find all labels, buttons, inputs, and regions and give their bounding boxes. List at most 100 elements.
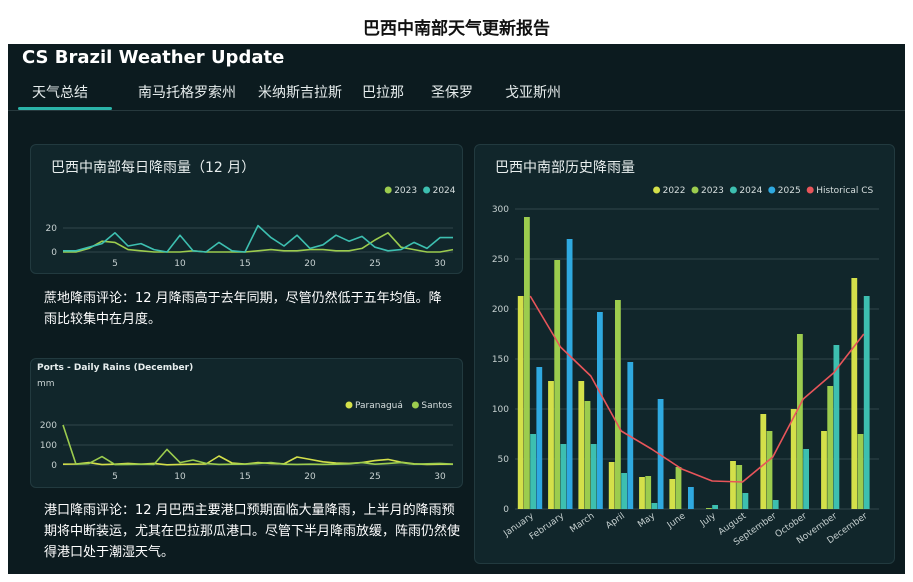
bar-2025-june (688, 487, 694, 509)
x-tick-label-hist-july: July (698, 511, 718, 529)
x-tick-label-hist-april: April (604, 511, 627, 531)
bar-2024-january (530, 434, 536, 509)
bar-2024-september (772, 500, 779, 509)
legend-label-daily-0: 2023 (394, 186, 417, 196)
legend-dot-ports-0 (345, 401, 353, 409)
ports-rainfall-card: Ports - Daily Rains (December) mm 0 100 20… (30, 358, 463, 488)
x-tick-label-hist-march: March (568, 511, 596, 535)
bar-2024-march (590, 444, 597, 509)
series-line-daily-0 (63, 232, 454, 253)
bar-2022-october (790, 409, 797, 509)
y-tick-label-daily-1: 20 (46, 224, 58, 234)
legend-label-hist-4: Historical CS (816, 186, 873, 196)
weather-app-window: CS Brazil Weather Update 天气总结 南马托格罗索州 米纳… (8, 44, 905, 574)
tab-weather-summary[interactable]: 天气总结 (32, 82, 88, 102)
legend-dot-hist-2 (729, 186, 737, 194)
daily-rainfall-chart: 0 20 5 10 15 20 25 30 2024 2023 (46, 186, 456, 269)
bar-2023-september (766, 431, 773, 509)
bar-2022-august (730, 461, 736, 509)
x-tick-label-ports-2: 15 (239, 472, 250, 482)
bar-2022-march (578, 381, 585, 509)
bar-2025-january (536, 367, 543, 509)
legend-dot-ports-1 (411, 401, 419, 409)
bar-2022-april (608, 462, 615, 509)
bar-2023-november (827, 386, 834, 509)
y-tick-label-hist-4: 200 (492, 305, 509, 315)
ports-rainfall-chart: 0 100 200 5 10 15 20 25 30 Santos Paranaguá (40, 401, 454, 482)
cane-rainfall-comment: 蔗地降雨评论：12 月降雨高于去年同期，尽管仍然低于五年均值。降雨比较集中在月度… (44, 291, 442, 327)
legend-dot-hist-3 (768, 186, 776, 194)
x-tick-label-ports-4: 25 (369, 472, 380, 482)
bar-2024-july (712, 505, 718, 509)
legend-label-ports-0: Paranaguá (355, 401, 403, 411)
bar-2023-march (584, 401, 591, 509)
bar-2024-may (651, 503, 658, 509)
tab-parana[interactable]: 巴拉那 (362, 82, 404, 102)
tab-goias[interactable]: 戈亚斯州 (505, 82, 561, 102)
bar-2023-february (554, 260, 561, 509)
y-tick-label-hist-1: 50 (498, 455, 510, 465)
bar-2022-november (821, 431, 827, 509)
x-tick-label-ports-0: 5 (112, 472, 118, 482)
bar-2022-may (639, 477, 645, 509)
ports-rainfall-comment: 港口降雨评论：12 月巴西主要港口预期面临大量降雨，上半月的降雨预期将中断装运，… (44, 503, 461, 560)
y-tick-label-hist-5: 250 (492, 255, 509, 265)
legend-dot-daily-1 (423, 186, 431, 194)
bar-2023-october (797, 334, 803, 509)
bar-2024-october (803, 449, 809, 509)
x-tick-label-hist-may: May (636, 511, 658, 530)
y-tick-label-ports-1: 100 (40, 441, 57, 451)
legend-dot-hist-0 (653, 186, 661, 194)
x-tick-label-daily-5: 30 (434, 259, 446, 269)
legend-dot-hist-4 (806, 186, 814, 194)
legend-dot-daily-0 (384, 186, 392, 194)
daily-rainfall-card: 巴西中南部每日降雨量（12 月） 0 20 5 10 15 20 25 30 2024 2023 (30, 144, 463, 274)
y-tick-label-hist-0: 0 (503, 505, 509, 515)
app-title: CS Brazil Weather Update (22, 47, 285, 68)
x-tick-label-daily-4: 25 (369, 259, 380, 269)
bar-2024-august (742, 493, 749, 509)
series-line-daily-1 (63, 224, 453, 253)
bar-2023-july (706, 508, 712, 509)
legend-label-hist-1: 2023 (701, 186, 724, 196)
x-tick-label-daily-2: 15 (239, 259, 250, 269)
x-tick-label-daily-0: 5 (112, 259, 118, 269)
historical-rainfall-card: 巴西中南部历史降雨量 0 50 100 150 200 250 300 January Febr… (474, 144, 895, 564)
x-tick-label-hist-june: June (665, 511, 688, 531)
legend-label-ports-1: Santos (421, 401, 452, 411)
legend-label-hist-0: 2022 (663, 186, 686, 196)
y-tick-label-ports-2: 200 (40, 421, 57, 431)
y-tick-label-hist-2: 100 (492, 405, 509, 415)
x-tick-label-ports-5: 30 (434, 472, 446, 482)
bar-2023-june (675, 467, 682, 509)
x-tick-label-hist-february: February (528, 511, 567, 542)
tab-minas-gerais[interactable]: 米纳斯吉拉斯 (258, 82, 342, 102)
bar-2024-december (863, 296, 870, 509)
bar-2022-january (517, 296, 524, 509)
y-tick-label-hist-6: 300 (492, 205, 509, 215)
bar-2023-may (645, 476, 652, 509)
active-tab-indicator (18, 107, 112, 110)
bar-2024-april (621, 473, 627, 509)
x-tick-label-ports-1: 10 (174, 472, 186, 482)
bar-2025-march (597, 312, 603, 509)
tab-mato-grosso-do-sul[interactable]: 南马托格罗索州 (138, 82, 236, 102)
document-title: 巴西中南部天气更新报告 (363, 19, 550, 39)
bar-2022-december (851, 278, 858, 509)
tab-sao-paulo[interactable]: 圣保罗 (431, 82, 473, 102)
bar-2023-december (857, 434, 864, 509)
legend-label-daily-1: 2024 (433, 186, 456, 196)
bar-2022-february (548, 381, 554, 509)
x-tick-label-daily-1: 10 (174, 259, 186, 269)
legend-dot-hist-1 (691, 186, 699, 194)
y-tick-label-hist-3: 150 (492, 355, 509, 365)
bar-2024-february (560, 444, 567, 509)
bar-2025-february (566, 239, 573, 509)
y-tick-label-ports-0: 0 (51, 461, 57, 471)
bar-2022-september (760, 414, 767, 509)
y-tick-label-daily-0: 0 (51, 248, 57, 258)
tab-bar: 天气总结 南马托格罗索州 米纳斯吉拉斯 巴拉那 圣保罗 戈亚斯州 (8, 74, 905, 111)
bar-2022-june (669, 479, 676, 509)
legend-label-hist-3: 2025 (778, 186, 801, 196)
bar-2023-august (736, 465, 743, 509)
